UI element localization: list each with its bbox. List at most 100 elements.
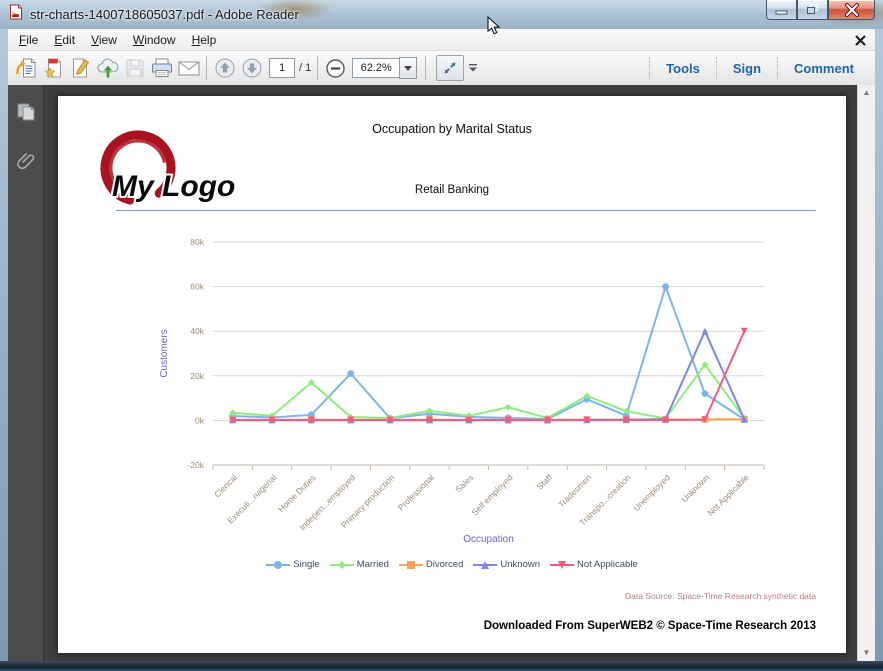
create-pdf-button[interactable]: [40, 55, 67, 82]
page-thumbnails-button[interactable]: [13, 99, 39, 125]
restore-icon: [807, 3, 819, 14]
legend-item-single[interactable]: Single: [266, 559, 320, 570]
y-tick-label: 40k: [190, 326, 204, 336]
y-tick-label: 60k: [190, 282, 204, 292]
report-subtitle: Retail Banking: [414, 184, 490, 196]
menu-help[interactable]: Help: [184, 30, 225, 50]
legend-label: Single: [293, 559, 320, 570]
page-number-input[interactable]: 1: [269, 58, 295, 78]
series-line-married: [232, 363, 746, 420]
cloud-upload-button[interactable]: [94, 55, 121, 82]
scroll-down-icon[interactable]: ▼: [863, 645, 871, 661]
vertical-scrollbar[interactable]: ▲ ▼: [857, 85, 875, 661]
chart-legend: Single Married Divorced Unknown Not Applicab…: [58, 559, 846, 570]
zoom-out-icon: [326, 58, 345, 78]
legend-label: Not Applicable: [577, 559, 638, 570]
y-tick-label: -20k: [187, 460, 204, 470]
toolbar-separator: [317, 56, 319, 80]
attachments-button[interactable]: [13, 147, 39, 173]
legend-item-divorced[interactable]: Divorced: [398, 559, 463, 570]
header-divider: [116, 210, 816, 211]
attachments-icon: [16, 152, 34, 170]
x-category-label: Unknown: [679, 472, 711, 504]
fit-page-icon: [444, 62, 456, 74]
legend-label: Married: [356, 559, 389, 570]
scroll-up-icon[interactable]: ▲: [863, 85, 871, 101]
sign-button[interactable]: Sign: [715, 57, 777, 79]
toolbar-options-button[interactable]: [464, 55, 482, 82]
close-document-icon[interactable]: [855, 33, 866, 51]
email-button[interactable]: [175, 55, 202, 82]
y-axis-title: Customers: [159, 329, 170, 377]
open-button[interactable]: [13, 55, 40, 82]
zoom-dropdown-button[interactable]: [399, 57, 418, 79]
legend-item-married[interactable]: Married: [329, 559, 389, 570]
mouse-cursor: [487, 16, 501, 35]
adobe-reader-window: str-charts-1400718605037.pdf - Adobe Rea…: [0, 0, 883, 671]
sign-document-button[interactable]: [67, 55, 94, 82]
fit-page-button[interactable]: [436, 55, 465, 81]
minimize-button[interactable]: [766, 0, 797, 20]
close-button[interactable]: [828, 0, 875, 20]
legend-label: Unknown: [500, 559, 540, 570]
series-marker-single: [347, 370, 355, 377]
series-marker-single: [701, 390, 709, 398]
menu-edit[interactable]: Edit: [46, 30, 83, 50]
toolbar-options-icon: [469, 64, 478, 72]
page-up-icon: [215, 58, 234, 78]
chart-svg: 80k60k40k20k0k-20kClericalExecuti...nage…: [159, 237, 765, 545]
comment-button[interactable]: Comment: [777, 57, 870, 79]
print-button[interactable]: [148, 55, 175, 82]
x-category-label: Home Duties: [276, 472, 318, 514]
legend-marker-married: [329, 560, 354, 569]
menu-window[interactable]: Window: [125, 30, 184, 50]
page-down-icon: [242, 58, 261, 78]
save-button[interactable]: [121, 55, 148, 82]
x-category-label: Sales: [453, 472, 475, 494]
page-thumbnails-icon: [17, 103, 34, 121]
app-body: File Edit View Window Help 1 / 1 62.2% T…: [8, 29, 875, 661]
zoom-level-input[interactable]: 62.2%: [352, 58, 400, 78]
y-tick-label: 0k: [195, 415, 205, 425]
window-title: str-charts-1400718605037.pdf - Adobe Rea…: [30, 7, 299, 22]
zoom-dropdown-icon: [404, 65, 413, 71]
print-icon: [151, 58, 172, 77]
report-title: Occupation by Marital Status: [372, 122, 532, 136]
next-page-button[interactable]: [238, 55, 265, 82]
menu-file[interactable]: File: [11, 30, 46, 50]
open-icon: [16, 58, 36, 78]
legend-marker-not-applicable: [550, 560, 574, 569]
legend-item-not-applicable[interactable]: Not Applicable: [550, 559, 638, 570]
y-tick-label: 80k: [190, 237, 204, 247]
zoom-out-button[interactable]: [322, 55, 349, 82]
legend-item-unknown[interactable]: Unknown: [473, 559, 540, 570]
save-icon: [126, 59, 143, 77]
x-category-label: Professional: [396, 472, 436, 512]
restore-button[interactable]: [797, 0, 828, 20]
x-category-label: Unemployed: [631, 472, 672, 513]
x-axis-title: Occupation: [463, 534, 514, 545]
document-viewport: My Logo Occupation by Marital Status Ret…: [8, 85, 875, 661]
toolbar-separator: [425, 56, 427, 80]
legend-marker-unknown: [473, 560, 498, 569]
chart: 80k 60k 40k 20k 0k -20k Clerical Executi...nage…: [153, 234, 813, 569]
cloud-upload-icon: [97, 58, 118, 78]
toolbar-separator: [206, 56, 207, 80]
toolbar: 1 / 1 62.2% Tools Sign Comment: [8, 51, 875, 86]
legend-marker-single: [266, 560, 291, 569]
email-icon: [178, 61, 199, 76]
page-total-label: / 1: [299, 62, 312, 74]
window-frame-bottom: [0, 661, 883, 671]
x-category-label: Self employed: [469, 472, 514, 517]
download-footer: Downloaded From SuperWEB2 © Space-Time R…: [483, 620, 816, 632]
document-area: My Logo Occupation by Marital Status Ret…: [44, 85, 857, 661]
tools-button[interactable]: Tools: [649, 57, 716, 79]
titlebar[interactable]: str-charts-1400718605037.pdf - Adobe Rea…: [0, 0, 883, 29]
navigation-pane: [8, 85, 44, 661]
my-logo: My Logo: [86, 130, 266, 217]
y-tick-label: 20k: [190, 371, 204, 381]
x-category-label: Tradesmen: [556, 472, 593, 509]
menu-view[interactable]: View: [83, 30, 125, 50]
x-category-label: Not Applicable: [705, 472, 751, 518]
previous-page-button[interactable]: [211, 55, 238, 82]
